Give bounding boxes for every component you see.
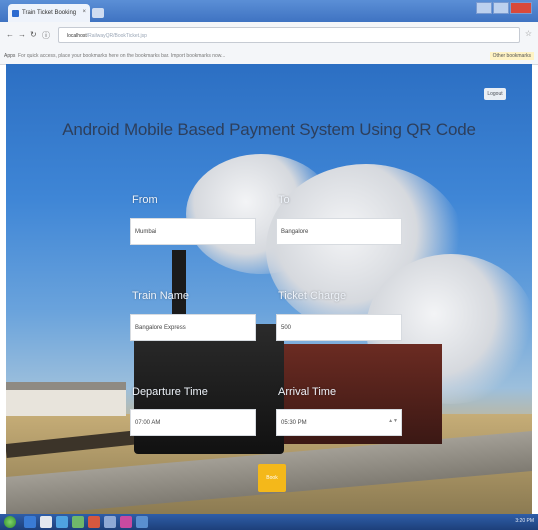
windows-taskbar: 3:20 PM [0, 514, 538, 530]
address-bar[interactable]: localhost/RailwayQR/BookTicket.jsp [58, 27, 520, 43]
app-taskbar-icon[interactable] [104, 516, 116, 528]
close-window-button[interactable] [510, 2, 532, 14]
app-taskbar-icon[interactable] [72, 516, 84, 528]
arrival-time-label: Arrival Time [278, 386, 337, 398]
train-name-field[interactable]: Bangalore Express [130, 314, 256, 341]
media-taskbar-icon[interactable] [40, 516, 52, 528]
start-button[interactable] [4, 516, 16, 528]
time-spinner-icon[interactable]: ▲▼ [388, 418, 398, 424]
departure-time-label: Departure Time [132, 386, 208, 398]
new-tab-button[interactable] [92, 8, 104, 18]
booking-page: Logout Android Mobile Based Payment Syst… [6, 64, 532, 514]
url-host: localhost [67, 33, 87, 39]
minimize-button[interactable] [476, 2, 492, 14]
ie-taskbar-icon[interactable] [56, 516, 68, 528]
arrival-time-field[interactable]: 05:30 PM ▲▼ [276, 409, 402, 436]
departure-time-field[interactable]: 07:00 AM [130, 409, 256, 436]
ticket-charge-field[interactable]: 500 [276, 314, 402, 341]
ticket-charge-label: Ticket Charge [278, 290, 347, 302]
bookmarks-bar: Apps For quick access, place your bookma… [0, 48, 538, 65]
tab-strip: Train Ticket Booking × [0, 0, 538, 22]
to-label: To [278, 194, 290, 206]
apps-shortcut[interactable]: Apps [4, 53, 15, 59]
from-label: From [132, 194, 158, 206]
app-taskbar-icon[interactable] [120, 516, 132, 528]
from-field[interactable]: Mumbai [130, 218, 256, 245]
page-info-icon[interactable]: ⓘ [42, 30, 50, 41]
back-icon[interactable]: ← [6, 30, 14, 39]
book-button[interactable]: Book [258, 464, 286, 492]
forward-icon[interactable]: → [18, 30, 26, 39]
bookmarks-hint: For quick access, place your bookmarks h… [18, 53, 226, 59]
browser-toolbar: ← → ↻ ⓘ localhost/RailwayQR/BookTicket.j… [0, 22, 538, 49]
explorer-taskbar-icon[interactable] [24, 516, 36, 528]
app-taskbar-icon[interactable] [136, 516, 148, 528]
logout-button[interactable]: Logout [484, 88, 506, 100]
browser-tab[interactable]: Train Ticket Booking × [8, 4, 90, 22]
reload-icon[interactable]: ↻ [30, 30, 37, 39]
bookmark-star-icon[interactable]: ☆ [525, 29, 532, 38]
arrival-time-value: 05:30 PM [281, 420, 307, 426]
favicon-icon [12, 10, 19, 17]
tab-close-icon[interactable]: × [82, 9, 86, 15]
tab-title: Train Ticket Booking [22, 10, 77, 16]
browser-window: Train Ticket Booking × ← → ↻ ⓘ localhost… [0, 0, 538, 530]
chrome-taskbar-icon[interactable] [88, 516, 100, 528]
to-field[interactable]: Bangalore [276, 218, 402, 245]
window-controls [476, 2, 532, 14]
maximize-button[interactable] [493, 2, 509, 14]
other-bookmarks[interactable]: Other bookmarks [489, 52, 534, 60]
url-path: /RailwayQR/BookTicket.jsp [86, 33, 147, 39]
page-title: Android Mobile Based Payment System Usin… [62, 120, 476, 139]
system-tray-clock[interactable]: 3:20 PM [515, 518, 534, 524]
barn [6, 390, 126, 416]
train-name-label: Train Name [132, 290, 190, 302]
